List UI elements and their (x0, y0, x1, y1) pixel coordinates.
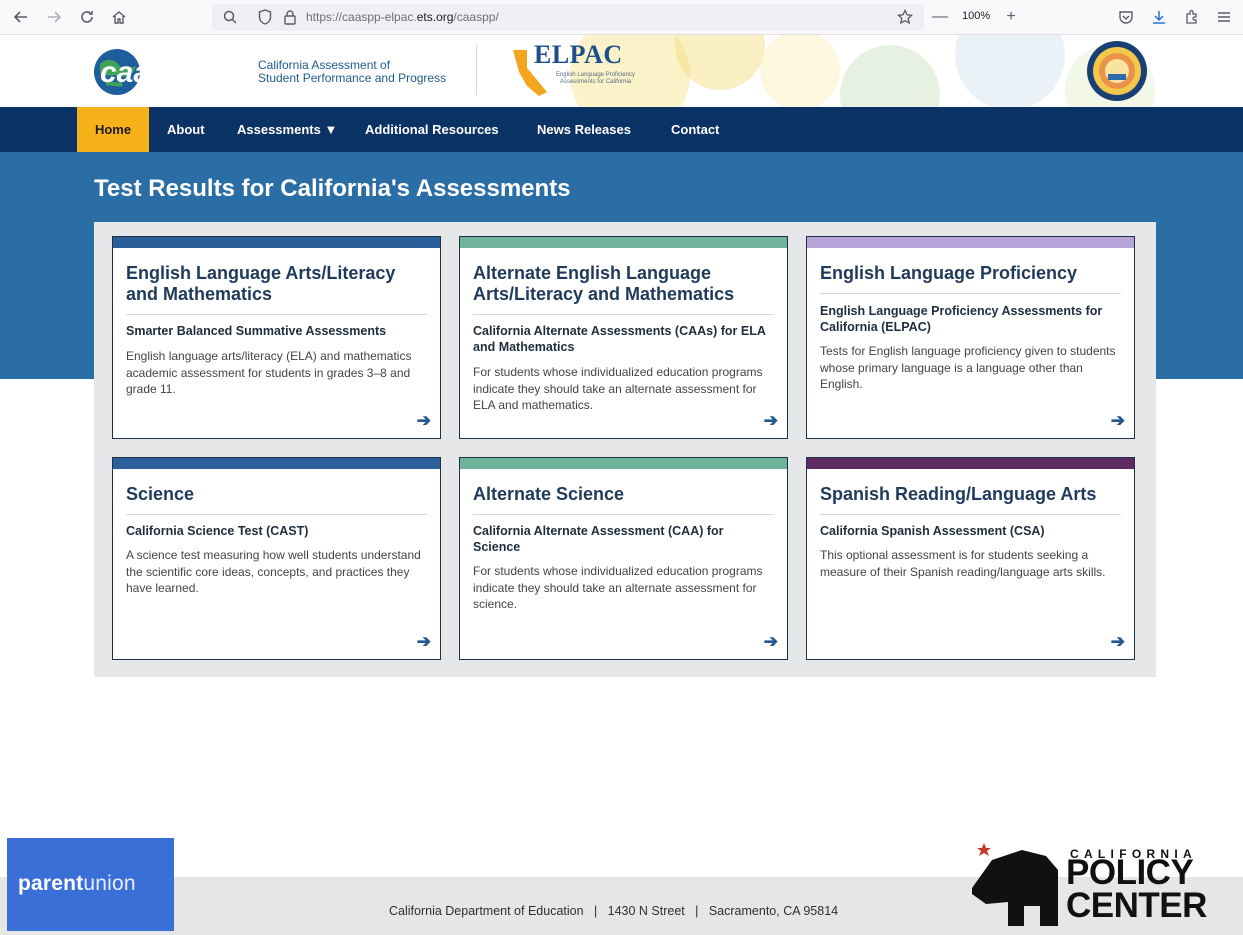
header-divider (476, 45, 477, 95)
card-subtitle: California Alternate Assessment (CAA) fo… (473, 524, 724, 554)
card-title[interactable]: Science (126, 484, 426, 505)
main-navigation: Home About Assessments ▼ Additional Reso… (0, 107, 1243, 152)
card-title[interactable]: Alternate Science (473, 484, 773, 505)
card-spanish-reading[interactable]: Spanish Reading/Language Arts California… (806, 457, 1135, 660)
download-icon[interactable] (1149, 7, 1169, 27)
card-subtitle: California Science Test (CAST) (126, 524, 309, 538)
card-color-bar (807, 458, 1134, 469)
lock-icon[interactable] (280, 7, 300, 27)
nav-home[interactable]: Home (77, 107, 149, 152)
card-alternate-ela-math[interactable]: Alternate English Language Arts/Literacy… (459, 236, 788, 439)
card-subtitle: English Language Proficiency Assessments… (820, 304, 1103, 334)
nav-contact[interactable]: Contact (671, 107, 719, 152)
card-divider (473, 514, 774, 515)
assessment-cards-panel: English Language Arts/Literacy and Mathe… (94, 222, 1156, 677)
arrow-right-icon[interactable]: ➔ (417, 411, 431, 431)
card-subtitle: California Alternate Assessments (CAAs) … (473, 324, 766, 354)
card-title[interactable]: English Language Arts/Literacy and Mathe… (126, 263, 426, 305)
arrow-right-icon[interactable]: ➔ (764, 411, 778, 431)
globe-logo-icon: caaspp (94, 49, 203, 95)
card-color-bar (460, 458, 787, 469)
pocket-icon[interactable] (1116, 7, 1136, 27)
card-description: Tests for English language proficiency g… (820, 344, 1116, 391)
card-ela-math[interactable]: English Language Arts/Literacy and Mathe… (112, 236, 441, 439)
policy-center-wordmark: POLICY CENTER (1066, 853, 1207, 925)
card-alternate-science[interactable]: Alternate Science California Alternate A… (459, 457, 788, 660)
card-english-proficiency[interactable]: English Language Proficiency English Lan… (806, 236, 1135, 439)
elpac-subtitle: English Language Proficiency Assessments… (555, 72, 636, 85)
arrow-right-icon[interactable]: ➔ (1111, 411, 1125, 431)
parentunion-wordmark: parentunion (18, 872, 136, 895)
card-divider (820, 514, 1121, 515)
bookmark-star-icon[interactable] (895, 7, 915, 27)
card-color-bar (460, 237, 787, 248)
card-subtitle: California Spanish Assessment (CSA) (820, 524, 1045, 538)
nav-about[interactable]: About (167, 107, 205, 152)
arrow-right-icon[interactable]: ➔ (417, 632, 431, 652)
footer-address: California Department of Education | 143… (389, 904, 839, 918)
nav-assessments[interactable]: Assessments ▼ (237, 107, 337, 152)
policy-center-line1: POLICY (1066, 853, 1194, 892)
card-description: For students whose individualized educat… (473, 365, 763, 412)
arrow-right-icon[interactable]: ➔ (1111, 632, 1125, 652)
search-icon (220, 7, 240, 27)
card-description: A science test measuring how well studen… (126, 548, 421, 595)
logo-tagline-line2: Student Performance and Progress (258, 71, 447, 85)
menu-icon[interactable] (1214, 7, 1234, 27)
card-divider (473, 314, 774, 315)
back-icon[interactable] (11, 7, 31, 27)
zoom-in-button[interactable]: + (1001, 7, 1021, 27)
card-science[interactable]: Science California Science Test (CAST) A… (112, 457, 441, 660)
elpac-logo[interactable]: ELPAC (534, 40, 623, 70)
shield-icon[interactable] (255, 7, 275, 27)
extensions-icon[interactable] (1182, 7, 1202, 27)
zoom-level[interactable]: 100% (962, 10, 990, 22)
forward-icon[interactable] (44, 7, 64, 27)
card-color-bar (113, 458, 440, 469)
policy-center-line2: CENTER (1066, 886, 1207, 925)
card-divider (820, 293, 1121, 294)
card-divider (126, 314, 427, 315)
home-icon[interactable] (109, 7, 129, 27)
card-subtitle: Smarter Balanced Summative Assessments (126, 324, 387, 338)
card-description: For students whose individualized educat… (473, 564, 763, 611)
arrow-right-icon[interactable]: ➔ (764, 632, 778, 652)
url-text[interactable]: https://caaspp-elpac.ets.org/caaspp/ (306, 10, 499, 24)
card-description: English language arts/literacy (ELA) and… (126, 349, 412, 396)
nav-news-releases[interactable]: News Releases (537, 107, 631, 152)
logo-tagline: California Assessment of Student Perform… (258, 59, 446, 85)
reload-icon[interactable] (77, 7, 97, 27)
card-title[interactable]: English Language Proficiency (820, 263, 1120, 284)
card-title[interactable]: Alternate English Language Arts/Literacy… (473, 263, 773, 305)
card-description: This optional assessment is for students… (820, 548, 1106, 579)
card-color-bar (807, 237, 1134, 248)
caaspp-logo[interactable]: caaspp (92, 44, 252, 99)
page-title: Test Results for California's Assessment… (94, 175, 571, 202)
card-color-bar (113, 237, 440, 248)
nav-additional-resources[interactable]: Additional Resources (365, 107, 499, 152)
site-header: caaspp California Assessment of Student … (0, 35, 1243, 107)
department-of-education-seal-icon (1087, 41, 1147, 101)
logo-wordmark: caaspp (100, 56, 203, 89)
card-title[interactable]: Spanish Reading/Language Arts (820, 484, 1120, 505)
browser-toolbar: https://caaspp-elpac.ets.org/caaspp/ — 1… (0, 0, 1243, 35)
card-divider (126, 514, 427, 515)
zoom-out-button[interactable]: — (930, 7, 950, 27)
